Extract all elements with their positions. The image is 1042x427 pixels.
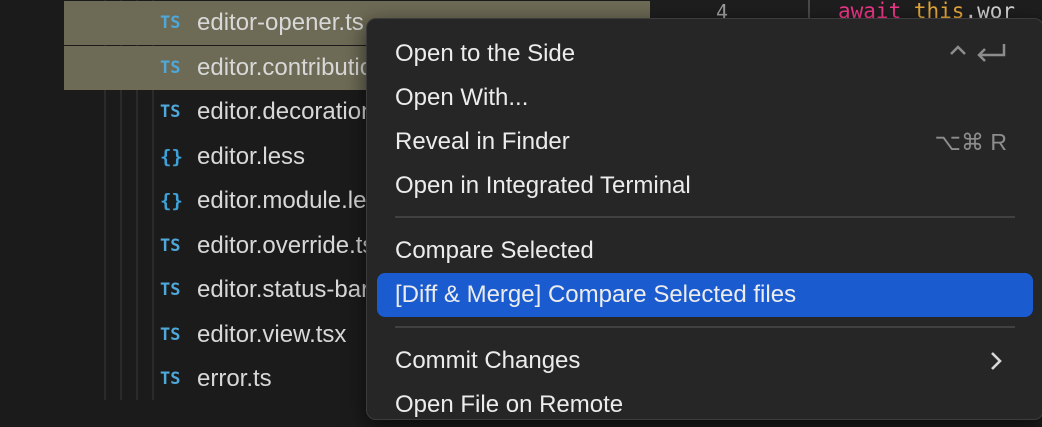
menu-item-compare-selected[interactable]: Compare Selected — [377, 229, 1033, 273]
file-name: editor.status-bar.ts — [197, 276, 394, 303]
typescript-file-icon: TS — [160, 13, 181, 33]
typescript-file-icon: TS — [160, 102, 181, 122]
menu-item-label: Commit Changes — [395, 347, 581, 374]
menu-item-label: Reveal in Finder — [395, 128, 570, 155]
menu-item-reveal-in-finder[interactable]: Reveal in Finder ⌥⌘ R — [377, 120, 1033, 164]
menu-item-open-in-terminal[interactable]: Open in Integrated Terminal — [377, 164, 1033, 208]
menu-item-shortcut: ⌥⌘ R — [934, 128, 1007, 155]
menu-item-diff-merge-compare[interactable]: [Diff & Merge] Compare Selected files — [377, 273, 1033, 317]
menu-separator — [395, 326, 1015, 328]
menu-separator — [395, 216, 1015, 218]
context-menu: Open to the Side Open With... Reveal in … — [366, 18, 1042, 420]
file-name: editor.less — [197, 142, 306, 170]
file-name: editor.view.tsx — [197, 320, 347, 348]
typescript-file-icon: TS — [160, 280, 181, 300]
typescript-file-icon: TS — [160, 57, 181, 78]
typescript-file-icon: TS — [160, 369, 181, 389]
file-name: error.ts — [197, 365, 272, 392]
braces-file-icon: {} — [160, 190, 183, 212]
menu-item-label: Compare Selected — [395, 237, 594, 264]
menu-item-open-file-on-remote[interactable]: Open File on Remote — [377, 383, 1033, 427]
file-name: editor.override.ts — [197, 231, 375, 259]
menu-item-label: Open to the Side — [395, 40, 576, 67]
menu-item-open-to-side[interactable]: Open to the Side — [377, 32, 1033, 76]
file-name: editor.module.less — [197, 187, 391, 214]
typescript-file-icon: TS — [160, 324, 181, 345]
menu-item-label: Open in Integrated Terminal — [395, 172, 691, 199]
menu-item-label: [Diff & Merge] Compare Selected files — [395, 281, 797, 308]
menu-item-label: Open With... — [395, 84, 529, 111]
menu-item-label: Open File on Remote — [395, 391, 624, 418]
chevron-right-icon — [991, 352, 1002, 370]
ctrl-enter-shortcut-icon — [950, 44, 1006, 62]
file-name: editor-opener.ts — [197, 9, 364, 36]
braces-file-icon: {} — [160, 145, 183, 168]
menu-item-commit-changes[interactable]: Commit Changes — [377, 339, 1033, 383]
menu-item-open-with[interactable]: Open With... — [377, 76, 1033, 120]
typescript-file-icon: TS — [160, 235, 181, 256]
